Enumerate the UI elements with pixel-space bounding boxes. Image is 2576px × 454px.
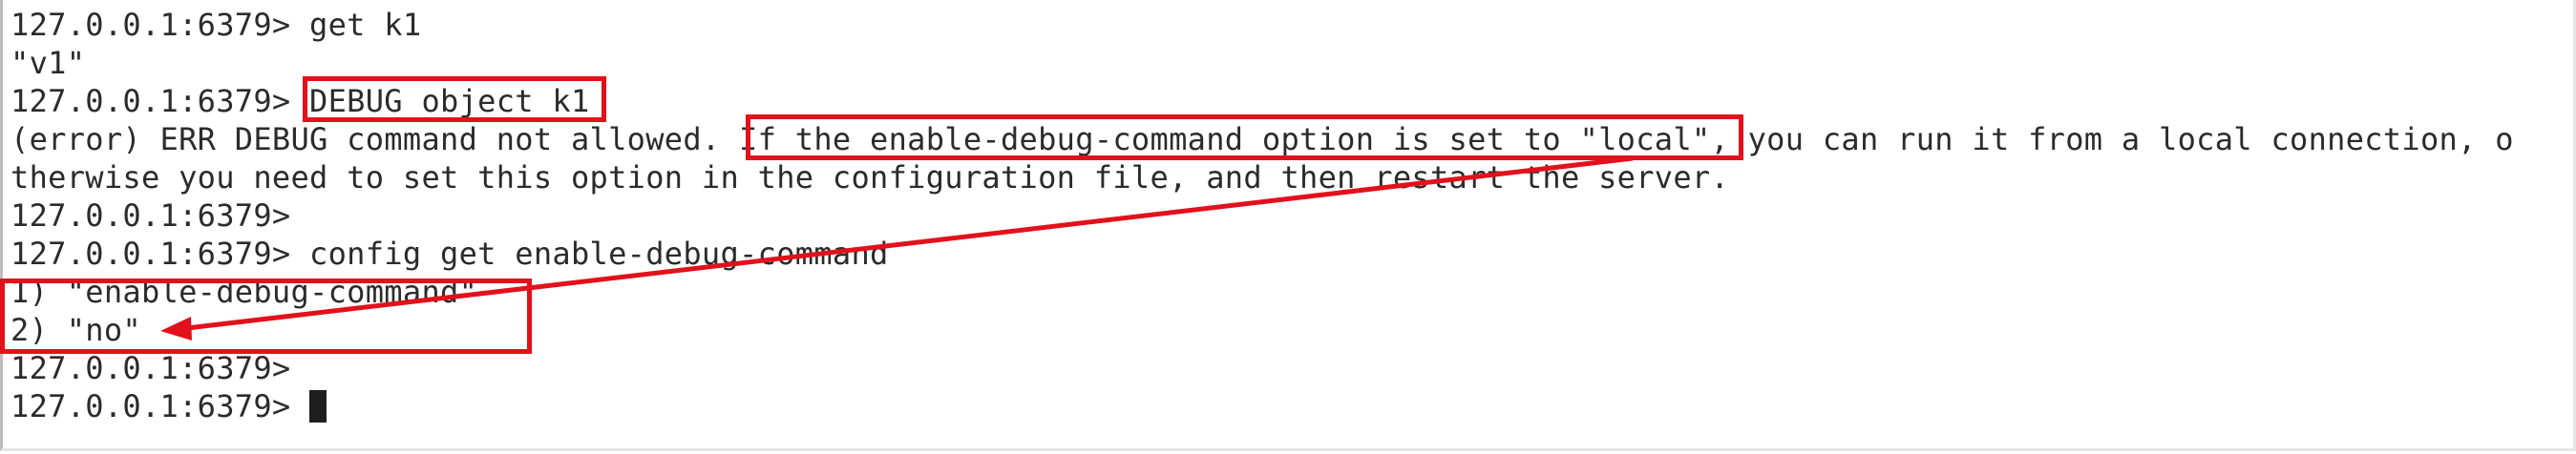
text-cursor xyxy=(309,390,327,423)
terminal-line-8: 1) "enable-debug-command" xyxy=(11,274,478,310)
terminal-line-5: therwise you need to set this option in … xyxy=(11,159,1730,196)
terminal-line-11: 127.0.0.1:6379> xyxy=(11,388,310,424)
terminal-line-9: 2) "no" xyxy=(11,312,141,348)
terminal-prompt-line[interactable]: 127.0.0.1:6379> xyxy=(11,387,327,425)
terminal-line-2: "v1" xyxy=(11,45,86,81)
terminal-line-1: 127.0.0.1:6379> get k1 xyxy=(11,7,422,43)
terminal-line-4: (error) ERR DEBUG command not allowed. I… xyxy=(11,121,2514,157)
terminal-line-6: 127.0.0.1:6379> xyxy=(11,197,291,234)
terminal-line-10: 127.0.0.1:6379> xyxy=(11,350,291,386)
terminal-line-3: 127.0.0.1:6379> DEBUG object k1 xyxy=(11,83,590,119)
terminal-line-7: 127.0.0.1:6379> config get enable-debug-… xyxy=(11,236,889,272)
terminal-window[interactable]: 127.0.0.1:6379> get k1 "v1" 127.0.0.1:63… xyxy=(0,0,2576,451)
